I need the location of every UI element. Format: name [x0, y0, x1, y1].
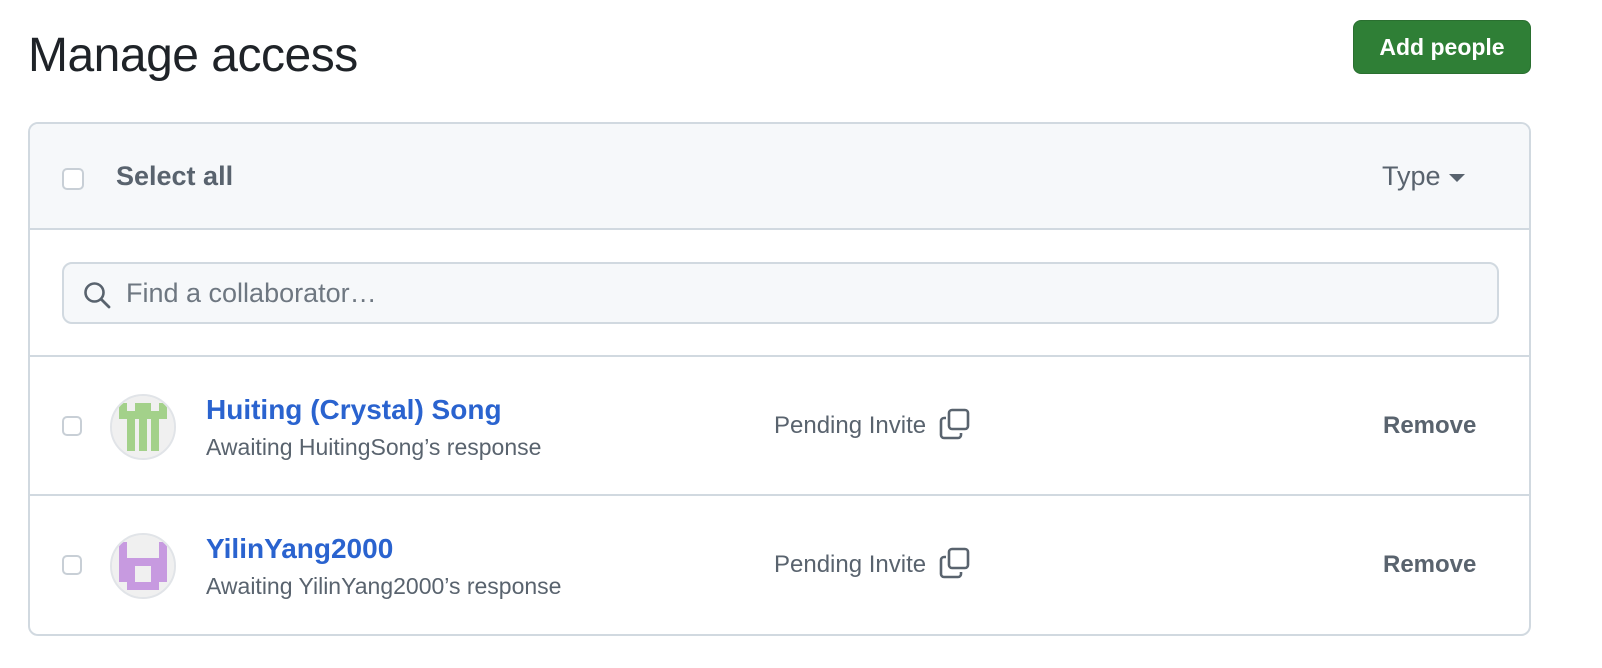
- identicon-green-icon: [112, 396, 174, 458]
- select-all-checkbox[interactable]: [62, 168, 84, 190]
- search-icon: [84, 282, 111, 309]
- row-checkbox[interactable]: [62, 416, 82, 436]
- collaborator-status-text: Awaiting HuitingSong’s response: [206, 434, 542, 460]
- add-people-button[interactable]: Add people: [1353, 20, 1531, 74]
- type-filter-label: Type: [1382, 160, 1441, 191]
- list-item: YilinYang2000 Awaiting YilinYang2000’s r…: [30, 496, 1529, 634]
- remove-button[interactable]: Remove: [1383, 409, 1476, 443]
- search-section: [30, 230, 1529, 357]
- type-filter-dropdown[interactable]: Type: [1382, 158, 1465, 194]
- remove-button[interactable]: Remove: [1383, 548, 1476, 582]
- collaborator-status-text: Awaiting YilinYang2000’s response: [206, 573, 562, 599]
- list-item: Huiting (Crystal) Song Awaiting HuitingS…: [30, 357, 1529, 496]
- search-input[interactable]: [126, 264, 1476, 322]
- avatar[interactable]: [110, 394, 176, 460]
- chevron-down-icon: [1448, 174, 1465, 182]
- pending-invite-label: Pending Invite: [774, 551, 927, 578]
- identicon-purple-icon: [112, 535, 174, 597]
- select-all-label: Select all: [116, 161, 234, 191]
- copy-icon[interactable]: [938, 546, 972, 580]
- pending-invite-label: Pending Invite: [774, 412, 927, 439]
- avatar[interactable]: [110, 533, 176, 599]
- row-checkbox[interactable]: [62, 555, 82, 575]
- search-box[interactable]: [62, 262, 1499, 324]
- collaborators-panel: Select all Type Find a collaborator… Hui…: [28, 122, 1531, 636]
- copy-icon[interactable]: [938, 407, 972, 441]
- collaborator-name-link[interactable]: YilinYang2000: [206, 532, 393, 566]
- page-title: Manage access: [28, 29, 358, 82]
- collaborator-name-link[interactable]: Huiting (Crystal) Song: [206, 393, 502, 427]
- list-header: Select all Type: [30, 124, 1529, 230]
